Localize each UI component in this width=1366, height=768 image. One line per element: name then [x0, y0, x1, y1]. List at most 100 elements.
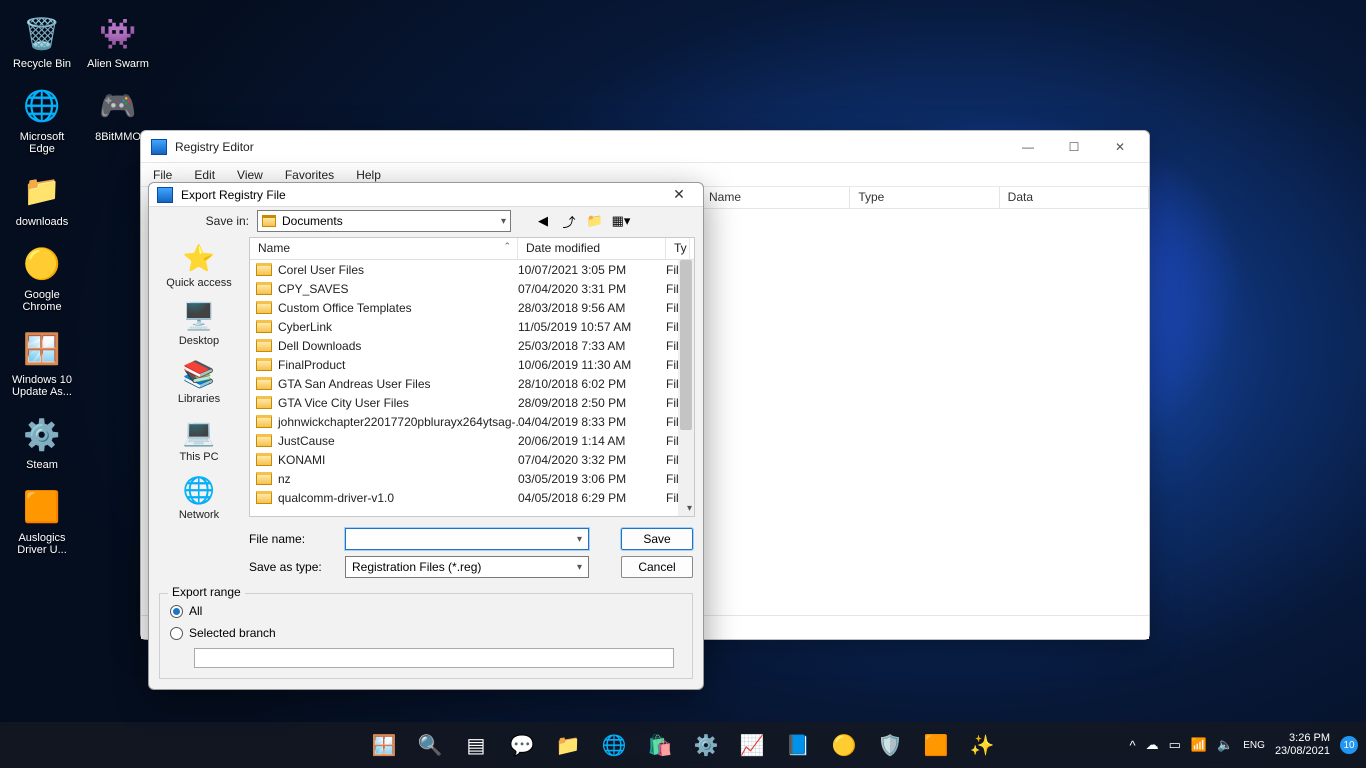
list-item[interactable]: CPY_SAVES07/04/2020 3:31 PMFil — [250, 279, 694, 298]
menu-view[interactable]: View — [233, 166, 267, 184]
list-item[interactable]: nz03/05/2019 3:06 PMFil — [250, 469, 694, 488]
menu-edit[interactable]: Edit — [190, 166, 219, 184]
save-button[interactable]: Save — [621, 528, 693, 550]
file-list-scrollbar[interactable]: ▾ — [678, 260, 694, 516]
item-date: 28/09/2018 2:50 PM — [518, 396, 666, 410]
desktop-icon[interactable]: 🟡Google Chrome — [6, 243, 78, 314]
taskbar-start-button[interactable]: 🪟 — [364, 725, 404, 765]
desktop-icon[interactable]: 🪟Windows 10 Update As... — [6, 328, 78, 399]
radio-icon — [170, 627, 183, 640]
regedit-col[interactable]: Name — [701, 187, 850, 208]
list-item[interactable]: FinalProduct10/06/2019 11:30 AMFil — [250, 355, 694, 374]
cancel-button[interactable]: Cancel — [621, 556, 693, 578]
minimize-button[interactable]: — — [1005, 132, 1051, 162]
item-date: 04/04/2019 8:33 PM — [518, 415, 666, 429]
list-item[interactable]: JustCause20/06/2019 1:14 AMFil — [250, 431, 694, 450]
taskbar-app2-button[interactable]: ✨ — [962, 725, 1002, 765]
places-item[interactable]: 🌐Network — [157, 473, 241, 521]
desktop-icon[interactable]: 👾Alien Swarm — [82, 12, 154, 71]
list-item[interactable]: GTA San Andreas User Files28/10/2018 6:0… — [250, 374, 694, 393]
taskbar-app1-button[interactable]: 🟧 — [916, 725, 956, 765]
desktop-icon[interactable]: 🗑️Recycle Bin — [6, 12, 78, 71]
taskbar-edge-button[interactable]: 🌐 — [594, 725, 634, 765]
dialog-close-button[interactable]: ✕ — [663, 186, 695, 203]
radio-all[interactable]: All — [170, 600, 682, 622]
list-item[interactable]: Corel User Files10/07/2021 3:05 PMFil — [250, 260, 694, 279]
maximize-button[interactable]: ☐ — [1051, 132, 1097, 162]
places-item[interactable]: 🖥️Desktop — [157, 299, 241, 347]
taskbar-settings-button[interactable]: ⚙️ — [686, 725, 726, 765]
system-tray[interactable]: ^ ☁ ▭ 📶 🔈 ENG 3:26 PM 23/08/2021 10 — [1129, 732, 1358, 757]
notification-badge[interactable]: 10 — [1340, 736, 1358, 754]
column-type[interactable]: Ty — [666, 238, 690, 259]
regedit-title: Registry Editor — [175, 140, 1005, 154]
menu-help[interactable]: Help — [352, 166, 385, 184]
taskbar-chrome-button[interactable]: 🟡 — [824, 725, 864, 765]
view-menu-button[interactable]: ▦▾ — [611, 211, 631, 231]
taskbar-word-button[interactable]: 📘 — [778, 725, 818, 765]
places-item[interactable]: ⭐Quick access — [157, 241, 241, 289]
tray-language-icon[interactable]: ENG — [1243, 740, 1265, 751]
filename-label: File name: — [249, 532, 335, 546]
desktop-icon[interactable]: 🟧Auslogics Driver U... — [6, 486, 78, 557]
scrollbar-down-icon[interactable]: ▾ — [687, 503, 692, 514]
tray-wifi-icon[interactable]: 📶 — [1191, 737, 1207, 753]
regedit-col[interactable]: Type — [850, 187, 999, 208]
places-item[interactable]: 📚Libraries — [157, 357, 241, 405]
dialog-titlebar[interactable]: Export Registry File ✕ — [149, 183, 703, 207]
selected-branch-input[interactable] — [194, 648, 674, 668]
taskbar-center: 🪟🔍▤💬📁🌐🛍️⚙️📈 📘 🟡🛡️🟧✨ — [364, 725, 1002, 765]
file-list-header[interactable]: Name Date modified Ty — [250, 238, 694, 260]
saveas-combo[interactable]: Registration Files (*.reg) ▾ — [345, 556, 589, 578]
taskbar-search-button[interactable]: 🔍 — [410, 725, 450, 765]
savein-label: Save in: — [159, 214, 249, 228]
word-icon: 📘 — [786, 733, 811, 758]
new-folder-button[interactable]: 📁 — [585, 211, 605, 231]
savein-combo[interactable]: Documents ▾ — [257, 210, 511, 232]
desktop-icon[interactable]: 📁downloads — [6, 170, 78, 229]
folder-icon — [256, 377, 272, 390]
desktop-icon[interactable]: ⚙️Steam — [6, 413, 78, 472]
regedit-titlebar[interactable]: Registry Editor — ☐ ✕ — [141, 131, 1149, 163]
places-item[interactable]: 💻This PC — [157, 415, 241, 463]
taskbar-taskview-button[interactable]: ▤ — [456, 725, 496, 765]
item-name: johnwickchapter22017720pblurayx264ytsag-… — [278, 415, 518, 429]
item-name: nz — [278, 472, 291, 486]
column-date[interactable]: Date modified — [518, 238, 666, 259]
radio-selected-branch[interactable]: Selected branch — [170, 622, 682, 644]
taskbar-clock[interactable]: 3:26 PM 23/08/2021 — [1275, 732, 1330, 757]
list-item[interactable]: Dell Downloads25/03/2018 7:33 AMFil — [250, 336, 694, 355]
list-item[interactable]: qualcomm-driver-v1.004/05/2018 6:29 PMFi… — [250, 488, 694, 507]
taskbar-monitor-button[interactable]: 📈 — [732, 725, 772, 765]
item-name: GTA Vice City User Files — [278, 396, 409, 410]
column-name[interactable]: Name — [250, 238, 518, 259]
list-item[interactable]: CyberLink11/05/2019 10:57 AMFil — [250, 317, 694, 336]
close-button[interactable]: ✕ — [1097, 132, 1143, 162]
tray-volume-icon[interactable]: 🔈 — [1217, 737, 1233, 753]
taskbar-security-button[interactable]: 🛡️ — [870, 725, 910, 765]
taskbar-store-button[interactable]: 🛍️ — [640, 725, 680, 765]
place-label: This PC — [157, 451, 241, 463]
item-name: JustCause — [278, 434, 335, 448]
taskbar-explorer-button[interactable]: 📁 — [548, 725, 588, 765]
list-item[interactable]: GTA Vice City User Files 28/09/2018 2:50 … — [250, 393, 694, 412]
taskbar-chat-button[interactable]: 💬 — [502, 725, 542, 765]
tray-chevron-up-icon[interactable]: ^ — [1129, 738, 1135, 753]
list-item[interactable]: johnwickchapter22017720pblurayx264ytsag-… — [250, 412, 694, 431]
tray-cloud-icon[interactable]: ☁ — [1146, 737, 1159, 753]
up-one-level-button[interactable]: ⤴ — [559, 211, 579, 231]
regedit-col[interactable]: Data — [1000, 187, 1149, 208]
menu-favorites[interactable]: Favorites — [281, 166, 338, 184]
file-list-pane[interactable]: Name Date modified Ty Corel User Files10… — [249, 237, 695, 517]
menu-file[interactable]: File — [149, 166, 176, 184]
back-button[interactable]: ◀ — [533, 211, 553, 231]
item-date: 20/06/2019 1:14 AM — [518, 434, 666, 448]
desktop-icon[interactable]: 🌐Microsoft Edge — [6, 85, 78, 156]
list-item[interactable]: Custom Office Templates28/03/2018 9:56 A… — [250, 298, 694, 317]
list-item[interactable]: KONAMI07/04/2020 3:32 PMFil — [250, 450, 694, 469]
tray-battery-icon[interactable]: ▭ — [1169, 737, 1181, 753]
regedit-values-pane[interactable]: NameTypeData — [701, 187, 1149, 615]
app-icon: 🪟 — [20, 328, 64, 372]
filename-input[interactable]: ▾ — [345, 528, 589, 550]
scrollbar-thumb[interactable] — [680, 260, 692, 430]
